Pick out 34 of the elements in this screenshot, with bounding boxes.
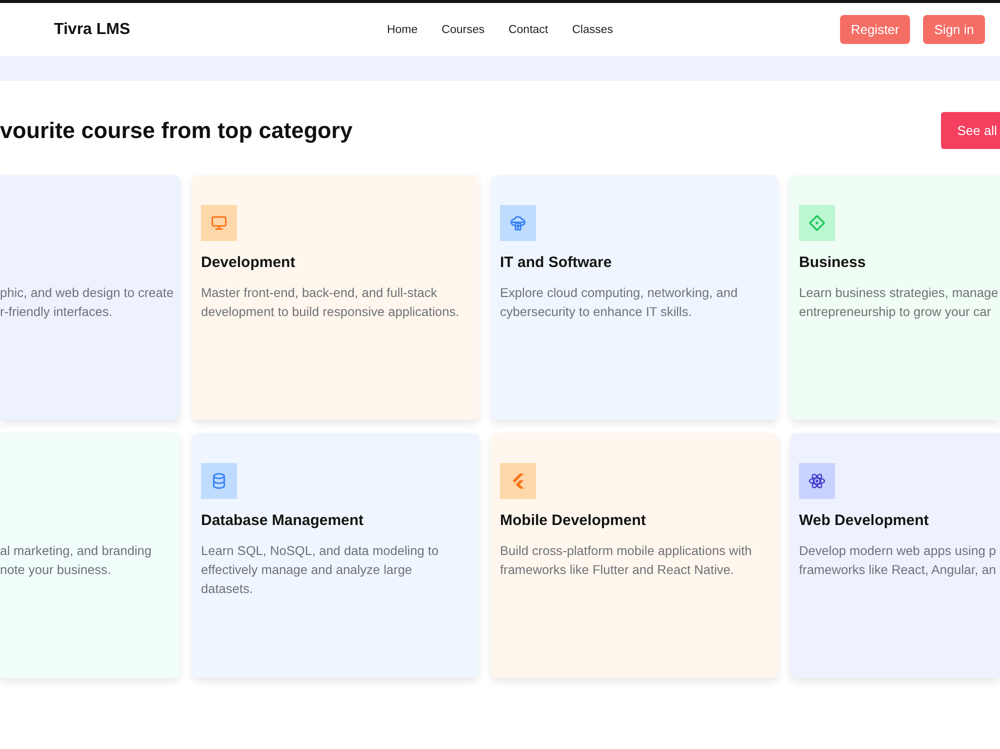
category-card[interactable]: Business Learn business strategies, manage entrepreneurship to grow your car [790,175,1000,420]
angle-bracket-icon [500,463,536,499]
category-card[interactable]: phic, and web design to create r-friendly interfaces. [0,175,180,420]
nav-link[interactable]: Contact [508,24,548,36]
nav-link[interactable]: Home [386,24,418,36]
see-all-button[interactable]: See all [941,112,1000,149]
section-heading: vourite course from top category [0,118,353,144]
site-logo[interactable]: Tivra LMS [54,20,130,38]
card-title: Development [201,253,296,273]
card-description: Explore cloud computing, networking, and cybersecurity to enhance IT skills. [500,284,739,321]
nav-link[interactable]: Courses [442,24,484,36]
category-card[interactable]: Mobile Development Build cross-platform mobile applications with frameworks like Flutter and React Native. [491,433,778,678]
card-description: phic, and web design to create r-friendly interfaces. [0,284,175,321]
card-description: Build cross-platform mobile applications with frameworks like Flutter and React Native. [500,542,753,579]
card-title: Database Management [201,511,365,531]
database-icon [201,463,237,499]
monitor-icon [201,205,237,241]
category-card[interactable]: IT and Software Explore cloud computing, networking, and cybersecurity to enhance IT skills. [491,175,778,420]
cloud-server-icon [500,205,536,241]
nav-link[interactable]: Classes [572,24,614,36]
card-description: Develop modern web apps using p frameworks like React, Angular, an [799,542,998,579]
category-card[interactable]: Development Master front-end, back-end, and full-stack development to build responsive applications. [192,175,479,420]
card-description: Learn business strategies, manage entrepreneurship to grow your car [799,284,1000,321]
card-title: Business [799,253,867,273]
card-description: Learn SQL, NoSQL, and data modeling to effectively manage and analyze large datasets. [201,542,440,598]
card-description: Master front-end, back-end, and full-stack development to build responsive applications. [201,284,460,321]
card-title: Mobile Development [500,511,647,531]
category-card[interactable]: Web Development Develop modern web apps using p frameworks like React, Angular, an [790,433,1000,678]
card-title: Web Development [799,511,930,531]
atom-icon [799,463,835,499]
card-description: al marketing, and branding note your business. [0,542,153,579]
card-title: IT and Software [500,253,613,273]
category-card[interactable]: al marketing, and branding note your business. [0,433,180,678]
category-card[interactable]: Database Management Learn SQL, NoSQL, and data modeling to effectively manage and analyze large datasets. [192,433,479,678]
